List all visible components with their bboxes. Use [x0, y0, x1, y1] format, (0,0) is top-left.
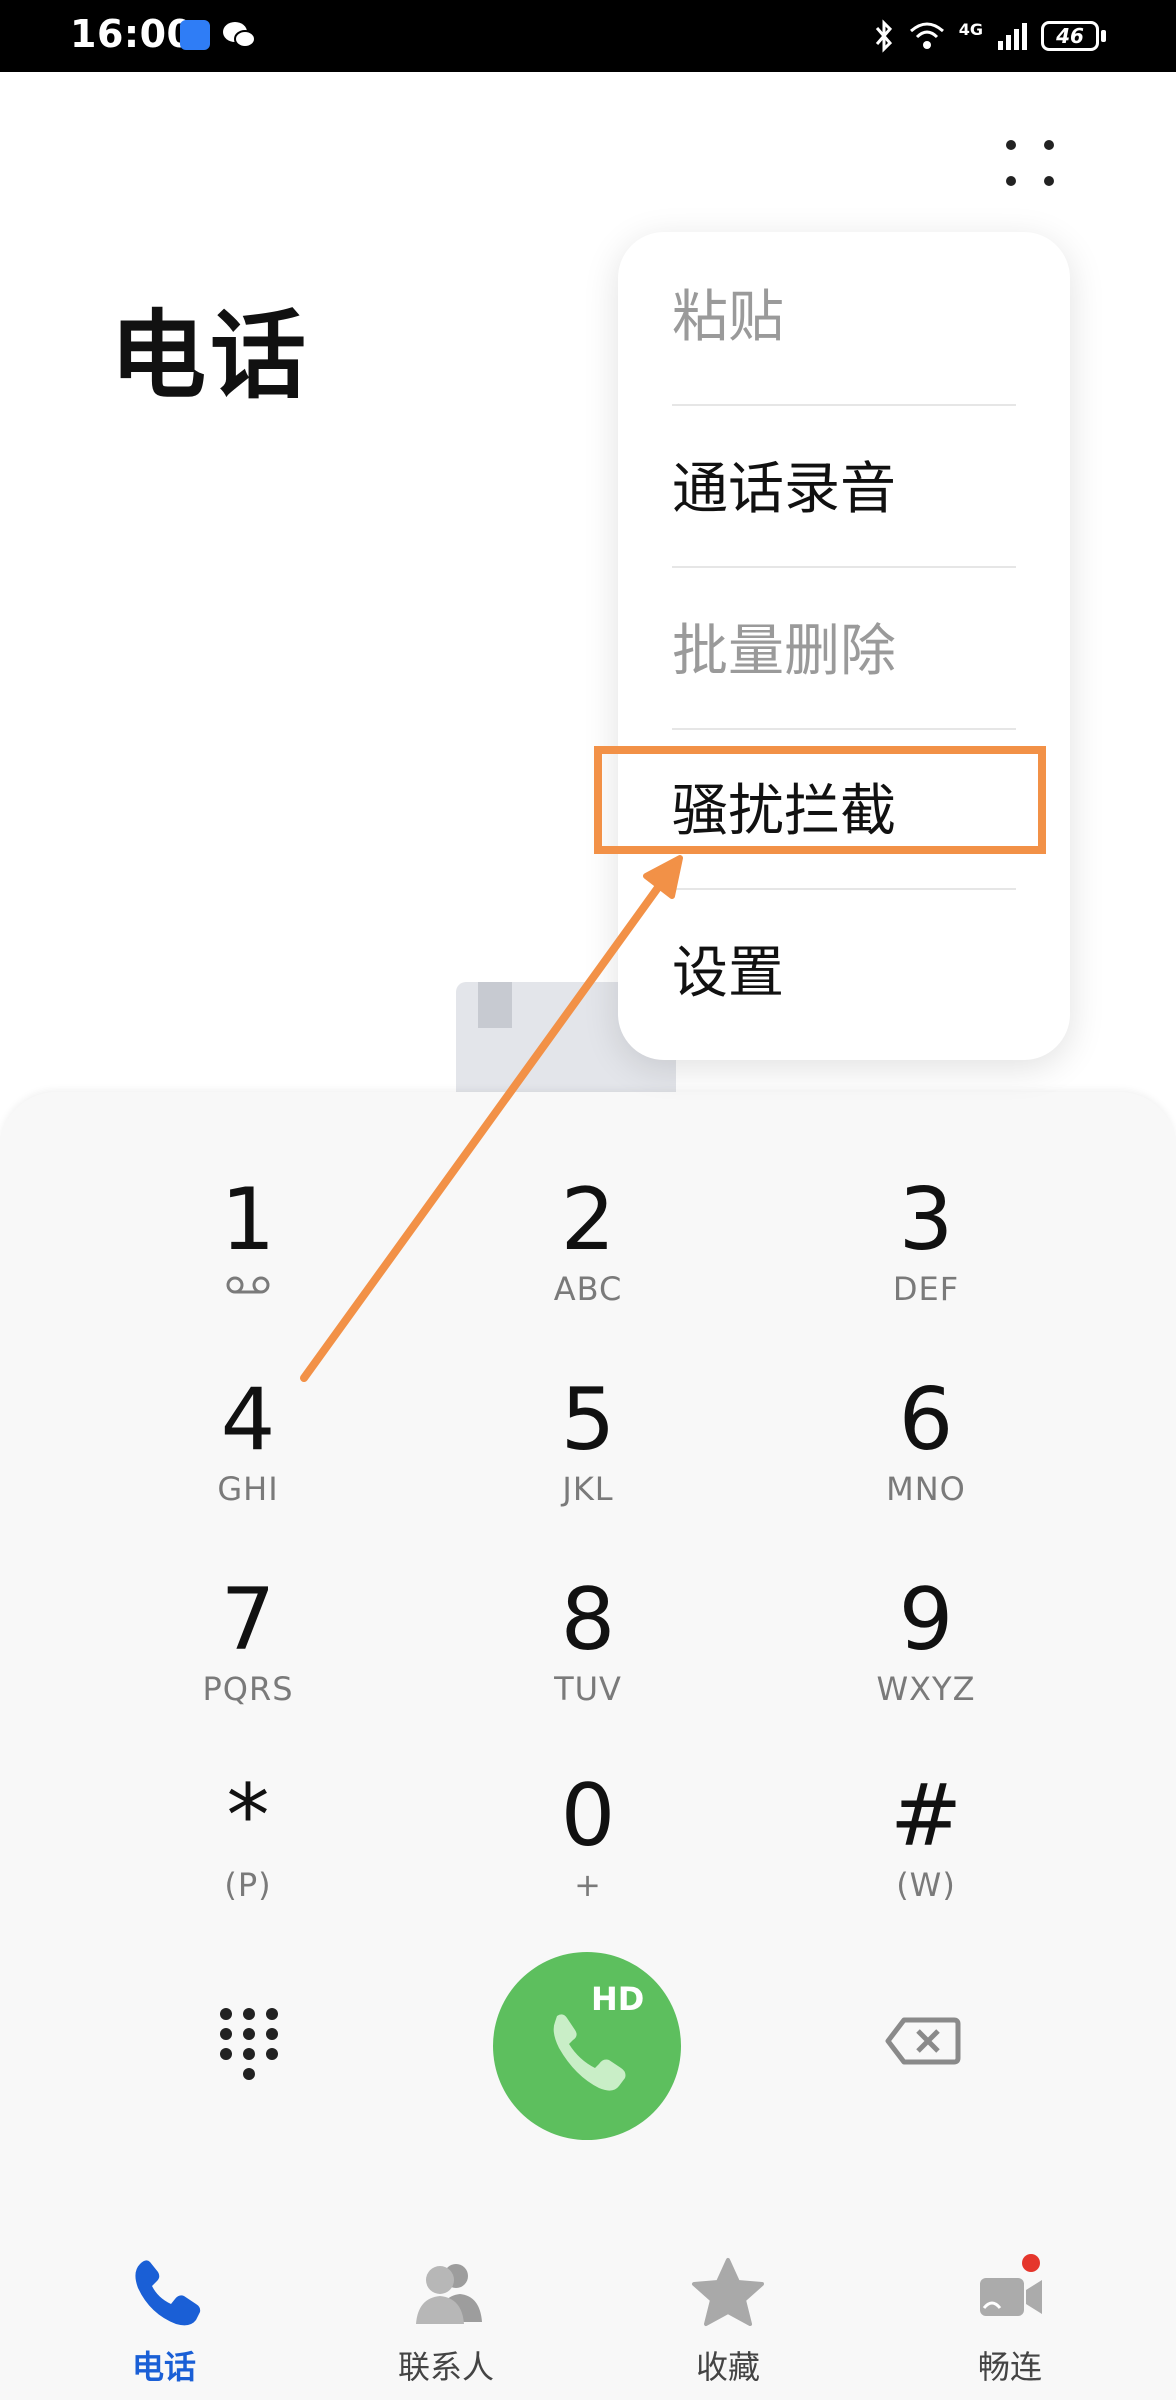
- key-3[interactable]: 3 DEF: [796, 1172, 1056, 1352]
- menu-item-settings[interactable]: 设置: [672, 888, 1016, 1048]
- nav-item-meetime[interactable]: 畅连: [910, 2232, 1110, 2386]
- dot-icon: [1006, 140, 1016, 150]
- key-digit: 6: [898, 1370, 954, 1470]
- key-digit: 0: [560, 1766, 616, 1866]
- menu-item-call-recording[interactable]: 通话录音: [672, 404, 1016, 564]
- key-4[interactable]: 4 GHI: [118, 1372, 378, 1552]
- key-letters: (P): [224, 1866, 272, 1904]
- key-6[interactable]: 6 MNO: [796, 1372, 1056, 1552]
- network-type: 4G: [958, 19, 983, 39]
- key-letters: TUV: [554, 1670, 622, 1708]
- key-digit: 5: [560, 1370, 616, 1470]
- nav-item-contacts[interactable]: 联系人: [346, 2232, 546, 2386]
- key-digit: #: [889, 1766, 963, 1866]
- key-letters: MNO: [886, 1470, 966, 1508]
- key-digit: 1: [220, 1170, 276, 1270]
- key-letters: WXYZ: [876, 1670, 976, 1708]
- wifi-icon: [909, 22, 944, 49]
- key-letters: (W): [896, 1866, 956, 1904]
- more-options-button[interactable]: [994, 132, 1068, 206]
- star-icon: [692, 2258, 764, 2326]
- nav-label: 联系人: [397, 2348, 494, 2386]
- key-7[interactable]: 7 PQRS: [118, 1572, 378, 1752]
- status-bar: 16:00 4G 46: [0, 0, 1176, 72]
- key-0[interactable]: 0 +: [458, 1768, 718, 1948]
- key-star[interactable]: * (P): [118, 1768, 378, 1948]
- key-letters: ABC: [553, 1270, 623, 1308]
- battery-cap: [1101, 30, 1106, 42]
- call-button[interactable]: HD: [493, 1952, 681, 2140]
- key-9[interactable]: 9 WXYZ: [796, 1572, 1056, 1752]
- app-notification-icon: [180, 20, 210, 50]
- bottom-navigation: 电话 联系人 收藏 畅连: [0, 2212, 1176, 2400]
- key-digit: 8: [560, 1570, 616, 1670]
- nav-item-phone[interactable]: 电话: [64, 2232, 264, 2386]
- menu-item-batch-delete[interactable]: 批量删除: [672, 566, 1016, 726]
- key-2[interactable]: 2 ABC: [458, 1172, 718, 1352]
- backspace-icon[interactable]: [884, 2016, 962, 2066]
- key-5[interactable]: 5 JKL: [458, 1372, 718, 1552]
- key-letters: DEF: [892, 1270, 960, 1308]
- notification-badge: [1022, 2254, 1040, 2272]
- key-letters: +: [574, 1866, 602, 1904]
- key-digit: 7: [220, 1570, 276, 1670]
- nav-label: 电话: [131, 2348, 196, 2386]
- key-digit: 2: [560, 1170, 616, 1270]
- overflow-menu: 粘贴 通话录音 批量删除 骚扰拦截 设置: [618, 232, 1070, 1060]
- menu-item-paste[interactable]: 粘贴: [672, 232, 1016, 392]
- nav-label: 畅连: [977, 2348, 1042, 2386]
- bookmark-icon: [478, 982, 512, 1028]
- phone-icon: [553, 2014, 626, 2091]
- key-digit: 4: [220, 1370, 276, 1470]
- wechat-icon: [223, 22, 256, 48]
- hd-label: HD: [591, 1980, 645, 2018]
- dialpad-toggle-icon[interactable]: [216, 2004, 282, 2084]
- key-hash[interactable]: # (W): [796, 1768, 1056, 1948]
- bluetooth-icon: [875, 19, 892, 53]
- page-title: 电话: [110, 300, 310, 412]
- key-8[interactable]: 8 TUV: [458, 1572, 718, 1752]
- key-digit: 9: [898, 1570, 954, 1670]
- contacts-icon: [416, 2264, 482, 2324]
- signal-icon: [998, 23, 1027, 50]
- battery-indicator: 46: [1041, 21, 1099, 51]
- nav-item-favorites[interactable]: 收藏: [628, 2232, 828, 2386]
- dot-icon: [1044, 176, 1054, 186]
- dot-icon: [1006, 176, 1016, 186]
- highlight-box: [594, 746, 1046, 854]
- key-letters: PQRS: [202, 1670, 294, 1708]
- nav-label: 收藏: [695, 2348, 760, 2386]
- dot-icon: [1044, 140, 1054, 150]
- key-digit: 3: [898, 1170, 954, 1270]
- key-letters: JKL: [562, 1470, 614, 1508]
- key-digit: *: [226, 1766, 270, 1866]
- voicemail-icon: [226, 1276, 270, 1294]
- status-time: 16:00: [70, 12, 194, 56]
- phone-icon: [135, 2260, 201, 2326]
- key-letters: GHI: [217, 1470, 279, 1508]
- key-1[interactable]: 1: [118, 1172, 378, 1352]
